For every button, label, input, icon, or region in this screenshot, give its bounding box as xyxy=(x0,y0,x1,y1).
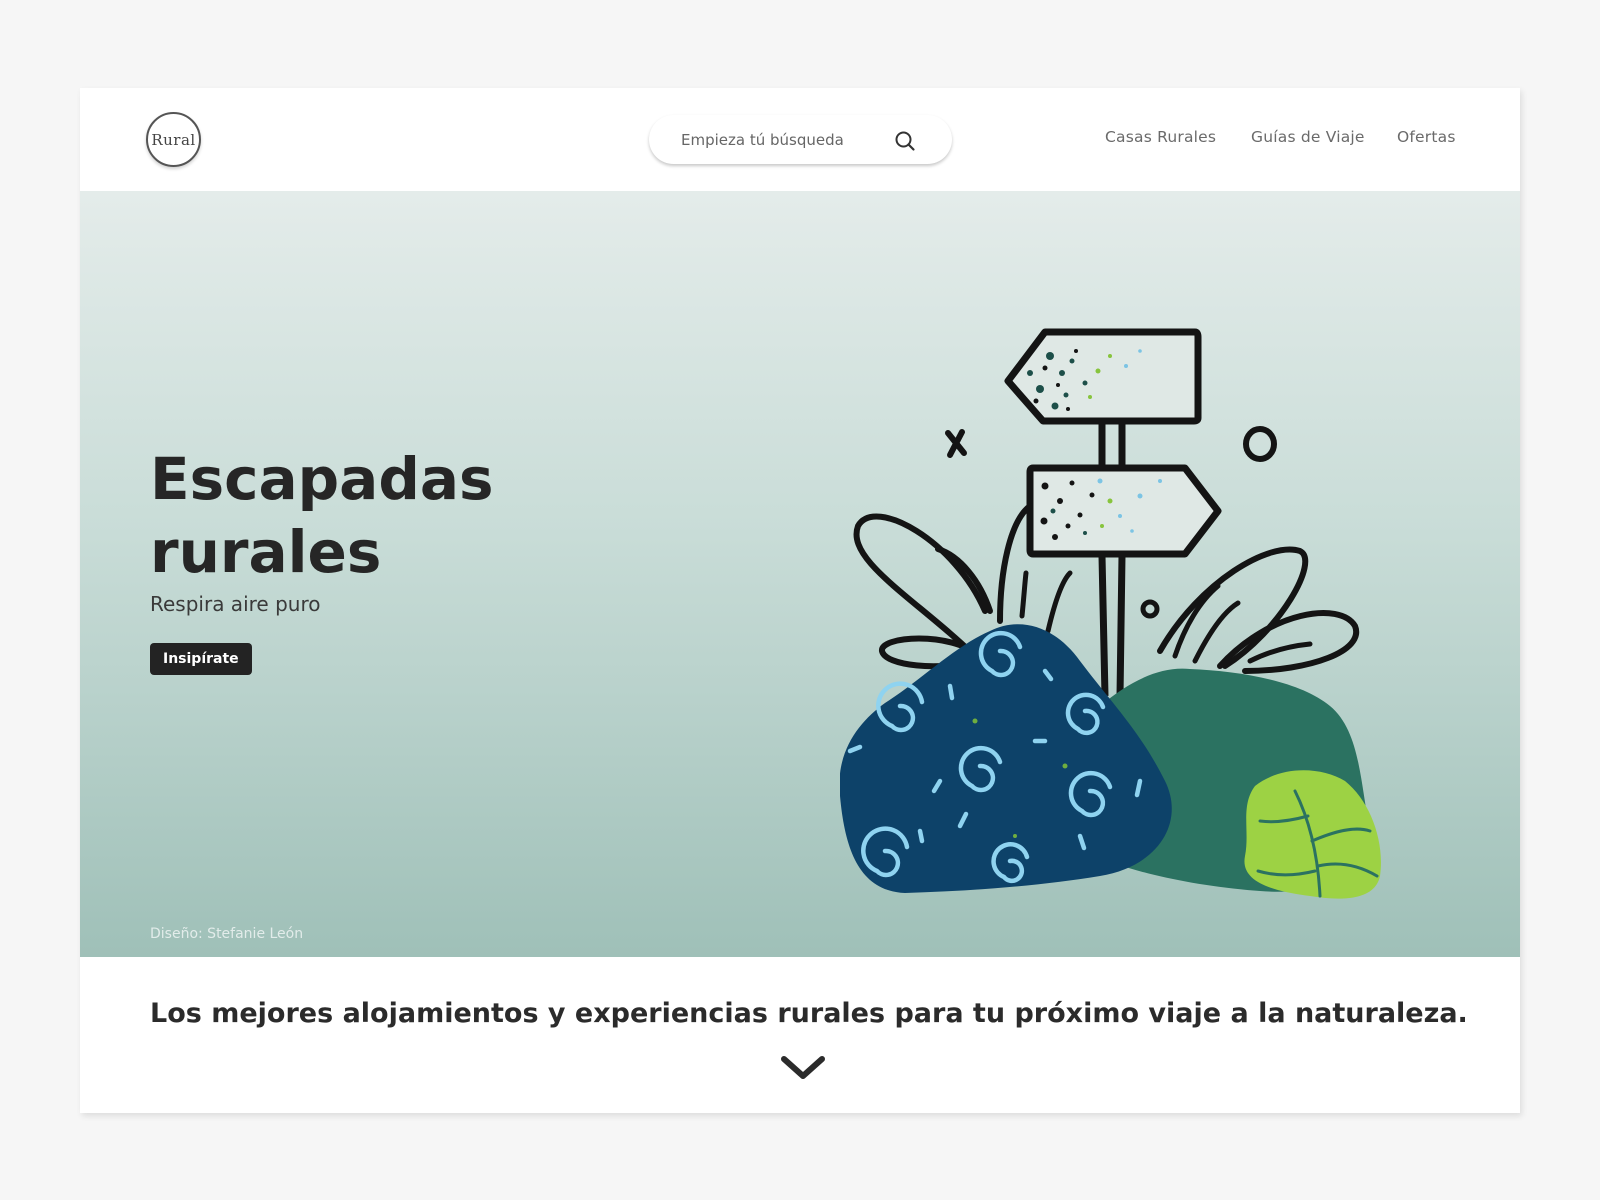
search-input[interactable] xyxy=(681,129,901,151)
nav-casas-rurales[interactable]: Casas Rurales xyxy=(1105,128,1216,146)
hero-subtitle: Respira aire puro xyxy=(150,592,321,616)
inspire-button[interactable]: Insipírate xyxy=(150,643,252,675)
chevron-down-icon[interactable] xyxy=(780,1054,826,1082)
hero-title: Escapadas rurales xyxy=(150,443,650,589)
nav-guias-de-viaje[interactable]: Guías de Viaje xyxy=(1251,128,1365,146)
page-card: Rural Casas Rurales Guías de Viaje Ofert… xyxy=(80,88,1520,1113)
site-header: Rural Casas Rurales Guías de Viaje Ofert… xyxy=(80,88,1520,191)
hero-banner: Escapadas rurales Respira aire puro Insi… xyxy=(80,191,1520,957)
hero-title-line-2: rurales xyxy=(150,518,382,586)
design-credit: Diseño: Stefanie León xyxy=(150,926,304,942)
signpost-illustration xyxy=(840,328,1381,899)
intro-tagline: Los mejores alojamientos y experiencias … xyxy=(150,998,1468,1029)
search-icon[interactable] xyxy=(893,129,917,153)
logo[interactable]: Rural xyxy=(146,112,201,167)
search-box xyxy=(649,115,952,164)
nav-ofertas[interactable]: Ofertas xyxy=(1397,128,1456,146)
hero-title-line-1: Escapadas xyxy=(150,445,494,513)
